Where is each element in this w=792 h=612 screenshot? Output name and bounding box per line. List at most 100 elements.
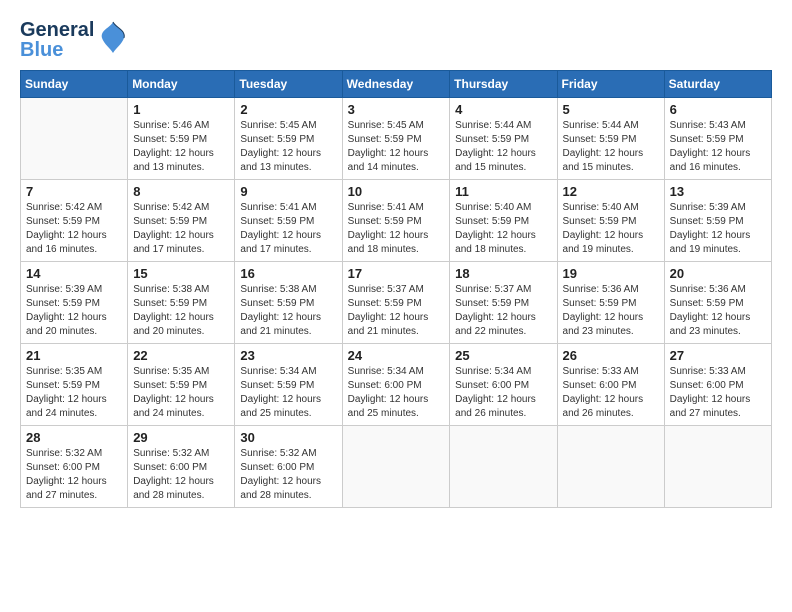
calendar-cell: 13Sunrise: 5:39 AM Sunset: 5:59 PM Dayli… <box>664 180 771 262</box>
day-info: Sunrise: 5:40 AM Sunset: 5:59 PM Dayligh… <box>455 201 551 257</box>
day-number: 13 <box>670 184 766 199</box>
calendar-cell: 14 Sunrise: 5:39 AM Sunset: 5:59 PM Dayli… <box>21 262 128 344</box>
week-row-5: 28Sunrise: 5:32 AM Sunset: 6:00 PM Dayli… <box>21 426 772 508</box>
calendar-cell: 6 Sunrise: 5:43 AM Sunset: 5:59 PM Daylig… <box>664 98 771 180</box>
day-number: 26 <box>563 348 659 363</box>
day-info: Sunrise: 5:41 AM Sunset: 5:59 PM Dayligh… <box>348 201 445 257</box>
header-day-sunday: Sunday <box>21 71 128 98</box>
week-row-1: 1 Sunrise: 5:46 AM Sunset: 5:59 PM Daylig… <box>21 98 772 180</box>
day-info: Sunrise: 5:41 AM Sunset: 5:59 PM Dayligh… <box>240 201 336 257</box>
day-number: 30 <box>240 430 336 445</box>
calendar-cell: 26 Sunrise: 5:33 AM Sunset: 6:00 PM Dayli… <box>557 344 664 426</box>
calendar-cell: 30 Sunrise: 5:32 AM Sunset: 6:00 PM Dayli… <box>235 426 342 508</box>
calendar-cell: 16 Sunrise: 5:38 AM Sunset: 5:59 PM Dayli… <box>235 262 342 344</box>
day-info: Sunrise: 5:33 AM Sunset: 6:00 PM Dayligh… <box>563 365 659 421</box>
calendar-cell: 11 Sunrise: 5:40 AM Sunset: 5:59 PM Dayli… <box>450 180 557 262</box>
day-number: 21 <box>26 348 122 363</box>
logo-general: General <box>20 20 94 40</box>
day-info: Sunrise: 5:38 AM Sunset: 5:59 PM Dayligh… <box>240 283 336 339</box>
day-number: 3 <box>348 102 445 117</box>
week-row-3: 14 Sunrise: 5:39 AM Sunset: 5:59 PM Dayli… <box>21 262 772 344</box>
calendar-cell: 9 Sunrise: 5:41 AM Sunset: 5:59 PM Daylig… <box>235 180 342 262</box>
day-info: Sunrise: 5:45 AM Sunset: 5:59 PM Dayligh… <box>348 119 445 175</box>
day-info: Sunrise: 5:44 AM Sunset: 5:59 PM Dayligh… <box>455 119 551 175</box>
calendar-cell: 19 Sunrise: 5:36 AM Sunset: 5:59 PM Dayli… <box>557 262 664 344</box>
calendar-cell: 5 Sunrise: 5:44 AM Sunset: 5:59 PM Daylig… <box>557 98 664 180</box>
calendar-cell: 23 Sunrise: 5:34 AM Sunset: 5:59 PM Dayli… <box>235 344 342 426</box>
calendar-table: SundayMondayTuesdayWednesdayThursdayFrid… <box>20 70 772 508</box>
calendar-cell: 7 Sunrise: 5:42 AM Sunset: 5:59 PM Daylig… <box>21 180 128 262</box>
calendar-cell: 29 Sunrise: 5:32 AM Sunset: 6:00 PM Dayli… <box>128 426 235 508</box>
day-info: Sunrise: 5:38 AM Sunset: 5:59 PM Dayligh… <box>133 283 229 339</box>
day-number: 14 <box>26 266 122 281</box>
day-number: 17 <box>348 266 445 281</box>
day-info: Sunrise: 5:35 AM Sunset: 5:59 PM Dayligh… <box>133 365 229 421</box>
day-info: Sunrise: 5:42 AM Sunset: 5:59 PM Dayligh… <box>26 201 122 257</box>
calendar-cell <box>557 426 664 508</box>
day-number: 9 <box>240 184 336 199</box>
day-info: Sunrise: 5:44 AM Sunset: 5:59 PM Dayligh… <box>563 119 659 175</box>
day-info: Sunrise: 5:33 AM Sunset: 6:00 PM Dayligh… <box>670 365 766 421</box>
day-info: Sunrise: 5:36 AM Sunset: 5:59 PM Dayligh… <box>563 283 659 339</box>
day-number: 23 <box>240 348 336 363</box>
day-number: 24 <box>348 348 445 363</box>
calendar-cell: 28Sunrise: 5:32 AM Sunset: 6:00 PM Dayli… <box>21 426 128 508</box>
day-info: Sunrise: 5:34 AM Sunset: 5:59 PM Dayligh… <box>240 365 336 421</box>
header-day-friday: Friday <box>557 71 664 98</box>
day-number: 20 <box>670 266 766 281</box>
day-number: 19 <box>563 266 659 281</box>
calendar-cell <box>342 426 450 508</box>
day-info: Sunrise: 5:35 AM Sunset: 5:59 PM Dayligh… <box>26 365 122 421</box>
calendar-cell <box>450 426 557 508</box>
calendar-cell <box>664 426 771 508</box>
day-number: 8 <box>133 184 229 199</box>
day-info: Sunrise: 5:46 AM Sunset: 5:59 PM Dayligh… <box>133 119 229 175</box>
calendar-cell: 1 Sunrise: 5:46 AM Sunset: 5:59 PM Daylig… <box>128 98 235 180</box>
calendar-cell: 2 Sunrise: 5:45 AM Sunset: 5:59 PM Daylig… <box>235 98 342 180</box>
calendar-cell: 10Sunrise: 5:41 AM Sunset: 5:59 PM Dayli… <box>342 180 450 262</box>
day-info: Sunrise: 5:34 AM Sunset: 6:00 PM Dayligh… <box>455 365 551 421</box>
day-number: 2 <box>240 102 336 117</box>
day-info: Sunrise: 5:34 AM Sunset: 6:00 PM Dayligh… <box>348 365 445 421</box>
calendar-cell: 21 Sunrise: 5:35 AM Sunset: 5:59 PM Dayli… <box>21 344 128 426</box>
day-number: 27 <box>670 348 766 363</box>
day-number: 1 <box>133 102 229 117</box>
calendar-cell: 17 Sunrise: 5:37 AM Sunset: 5:59 PM Dayli… <box>342 262 450 344</box>
calendar-cell: 27 Sunrise: 5:33 AM Sunset: 6:00 PM Dayli… <box>664 344 771 426</box>
logo-blue: Blue <box>20 40 94 60</box>
day-number: 22 <box>133 348 229 363</box>
calendar-cell: 18Sunrise: 5:37 AM Sunset: 5:59 PM Dayli… <box>450 262 557 344</box>
day-number: 11 <box>455 184 551 199</box>
calendar-cell: 3 Sunrise: 5:45 AM Sunset: 5:59 PM Daylig… <box>342 98 450 180</box>
day-number: 12 <box>563 184 659 199</box>
calendar-cell: 22 Sunrise: 5:35 AM Sunset: 5:59 PM Dayli… <box>128 344 235 426</box>
day-number: 7 <box>26 184 122 199</box>
day-info: Sunrise: 5:40 AM Sunset: 5:59 PM Dayligh… <box>563 201 659 257</box>
day-info: Sunrise: 5:32 AM Sunset: 6:00 PM Dayligh… <box>26 447 122 503</box>
logo: General Blue <box>20 20 128 60</box>
header-day-wednesday: Wednesday <box>342 71 450 98</box>
day-number: 16 <box>240 266 336 281</box>
header-row: SundayMondayTuesdayWednesdayThursdayFrid… <box>21 71 772 98</box>
header-day-thursday: Thursday <box>450 71 557 98</box>
header-day-tuesday: Tuesday <box>235 71 342 98</box>
day-info: Sunrise: 5:39 AM Sunset: 5:59 PM Dayligh… <box>26 283 122 339</box>
day-number: 5 <box>563 102 659 117</box>
week-row-2: 7 Sunrise: 5:42 AM Sunset: 5:59 PM Daylig… <box>21 180 772 262</box>
day-info: Sunrise: 5:43 AM Sunset: 5:59 PM Dayligh… <box>670 119 766 175</box>
header: General Blue <box>20 20 772 60</box>
calendar-cell: 4 Sunrise: 5:44 AM Sunset: 5:59 PM Daylig… <box>450 98 557 180</box>
day-number: 6 <box>670 102 766 117</box>
calendar-cell: 20 Sunrise: 5:36 AM Sunset: 5:59 PM Dayli… <box>664 262 771 344</box>
day-info: Sunrise: 5:32 AM Sunset: 6:00 PM Dayligh… <box>240 447 336 503</box>
week-row-4: 21 Sunrise: 5:35 AM Sunset: 5:59 PM Dayli… <box>21 344 772 426</box>
header-day-saturday: Saturday <box>664 71 771 98</box>
day-info: Sunrise: 5:37 AM Sunset: 5:59 PM Dayligh… <box>455 283 551 339</box>
calendar-cell <box>21 98 128 180</box>
day-info: Sunrise: 5:37 AM Sunset: 5:59 PM Dayligh… <box>348 283 445 339</box>
day-number: 4 <box>455 102 551 117</box>
day-info: Sunrise: 5:32 AM Sunset: 6:00 PM Dayligh… <box>133 447 229 503</box>
day-info: Sunrise: 5:45 AM Sunset: 5:59 PM Dayligh… <box>240 119 336 175</box>
day-number: 29 <box>133 430 229 445</box>
day-info: Sunrise: 5:36 AM Sunset: 5:59 PM Dayligh… <box>670 283 766 339</box>
